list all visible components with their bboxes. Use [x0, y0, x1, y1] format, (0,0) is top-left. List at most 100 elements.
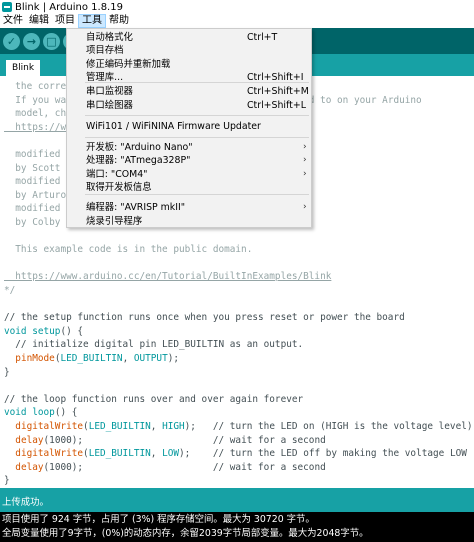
code-token: }: [4, 366, 10, 378]
code-line: // the loop function runs over and over …: [4, 393, 303, 406]
code-token: ); // turn the LED on (HIGH is the volta…: [184, 421, 473, 432]
code-token: the corre: [4, 81, 67, 92]
menu-item-shortcut: Ctrl+Shift+M: [247, 86, 309, 97]
menu-item-label: 开发板: "Arduino Nano": [86, 142, 193, 153]
tools-menu-item[interactable]: 取得开发板信息: [67, 181, 311, 194]
submenu-arrow-icon: ›: [303, 142, 307, 152]
verify-button[interactable]: ✓: [3, 32, 20, 50]
tools-menu-item[interactable]: WiFi101 / WiFiNINA Firmware Updater: [67, 120, 311, 133]
code-line: by Arturo: [4, 189, 66, 202]
menu-item-label: 自动格式化: [86, 32, 133, 43]
arduino-app-icon: [2, 2, 12, 12]
menu-item-label: 烧录引导程序: [86, 216, 143, 227]
code-token: by Scott: [4, 162, 67, 174]
code-line: by Colby: [4, 216, 66, 229]
code-token: void: [4, 325, 27, 337]
code-token: (1000); // wait for a second: [43, 434, 326, 446]
code-line: // initialize digital pin LED_BUILTIN as…: [4, 338, 303, 351]
tools-menu-item[interactable]: 烧录引导程序: [67, 215, 311, 228]
menu-item-label: 取得开发板信息: [86, 182, 152, 193]
code-token: pinMode: [15, 353, 55, 364]
code-line: delay(1000); // wait for a second: [4, 434, 326, 447]
upload-button[interactable]: →: [23, 32, 40, 50]
tools-menu-item[interactable]: 串口绘图器 Ctrl+Shift+L: [67, 99, 311, 112]
code-token: by Colby: [4, 217, 67, 228]
code-line: modified: [4, 175, 66, 188]
tools-menu-item[interactable]: 项目存档: [67, 44, 311, 57]
code-token: ,: [150, 448, 163, 460]
code-token: );: [167, 353, 180, 364]
menu-item-label: WiFi101 / WiFiNINA Firmware Updater: [86, 121, 261, 132]
code-line: This example code is in the public domai…: [4, 243, 252, 256]
tools-menu-item[interactable]: 编程器: "AVRISP mkII" ›: [67, 201, 311, 214]
submenu-arrow-icon: ›: [303, 169, 307, 179]
code-token: () {: [54, 407, 78, 419]
submenu-arrow-icon: ›: [303, 155, 307, 165]
tools-menu-item[interactable]: 端口: "COM4" ›: [67, 168, 311, 181]
code-token: ,: [150, 421, 163, 432]
menu-item-shortcut: Ctrl+Shift+L: [247, 100, 306, 111]
code-line: by Scott: [4, 162, 66, 175]
menu-bar: 文件 编辑 项目 工具 帮助: [0, 14, 474, 28]
console-line: 项目使用了 924 字节，占用了 (3%) 程序存储空间。最大为 30720 字…: [2, 514, 315, 525]
code-token: loop: [32, 407, 55, 419]
code-line: // the setup function runs once when you…: [4, 311, 405, 324]
tools-menu-item[interactable]: 修正编码并重新加载: [67, 58, 311, 71]
code-line: https://www.arduino.cc/en/Tutorial/Built…: [4, 270, 331, 283]
code-token: LED_BUILTIN: [88, 421, 151, 432]
menu-item-label: 处理器: "ATmega328P": [86, 155, 191, 166]
code-token: OUTPUT: [133, 353, 168, 364]
code-token: https://w: [4, 121, 67, 133]
code-token: LOW: [162, 448, 180, 460]
menu-edit[interactable]: 编辑: [26, 14, 52, 28]
menu-separator: [85, 115, 309, 116]
code-token: This example code is in the public domai…: [4, 244, 253, 256]
code-line: digitalWrite(LED_BUILTIN, HIGH); // turn…: [4, 420, 473, 433]
menu-item-label: 修正编码并重新加载: [86, 59, 171, 70]
code-line: }: [4, 366, 10, 379]
menu-item-label: 编程器: "AVRISP mkII": [86, 202, 186, 213]
code-token: setup: [32, 325, 61, 337]
menu-item-shortcut: Ctrl+T: [247, 32, 278, 43]
menu-help[interactable]: 帮助: [106, 14, 132, 28]
status-bar: 上传成功。: [0, 488, 474, 512]
code-token: void: [4, 407, 27, 419]
code-token: // the loop function runs over and over …: [4, 393, 304, 405]
window-title: Blink | Arduino 1.8.19: [15, 1, 123, 13]
code-line: modified: [4, 148, 66, 161]
code-token: // the setup function runs once when you…: [4, 312, 405, 324]
tools-menu-item[interactable]: 处理器: "ATmega328P" ›: [67, 154, 311, 167]
title-bar: Blink | Arduino 1.8.19: [0, 0, 474, 14]
tools-menu-item[interactable]: 串口监视器 Ctrl+Shift+M: [67, 85, 311, 98]
code-line: digitalWrite(LED_BUILTIN, LOW); // turn …: [4, 447, 467, 460]
code-line: void loop() {: [4, 406, 77, 419]
code-line: }: [4, 474, 10, 487]
code-token: (1000); // wait for a second: [43, 461, 326, 473]
tools-menu-dropdown: 自动格式化 Ctrl+T 项目存档 修正编码并重新加载 管理库... Ctrl+Shift…: [66, 28, 312, 228]
menu-separator: [85, 137, 309, 138]
submenu-arrow-icon: ›: [303, 202, 307, 212]
menu-file[interactable]: 文件: [0, 14, 26, 28]
menu-tools[interactable]: 工具: [78, 14, 106, 28]
tools-menu-item[interactable]: 自动格式化 Ctrl+T: [67, 31, 311, 44]
code-token: delay: [15, 461, 44, 473]
code-token: digitalWrite: [15, 448, 84, 460]
code-token: ); // turn the LED off by making the vol…: [179, 448, 467, 460]
code-token: LED_BUILTIN: [60, 353, 123, 364]
menu-sketch[interactable]: 项目: [52, 14, 78, 28]
code-line: delay(1000); // wait for a second: [4, 461, 326, 474]
new-button[interactable]: □: [43, 32, 60, 50]
code-token: If you wa: [4, 94, 67, 106]
code-token: digitalWrite: [15, 421, 84, 432]
tools-menu-item[interactable]: 开发板: "Arduino Nano" ›: [67, 141, 311, 154]
code-line: modified: [4, 202, 66, 215]
console-output: 项目使用了 924 字节，占用了 (3%) 程序存储空间。最大为 30720 字…: [0, 512, 474, 542]
menu-item-label: 项目存档: [86, 45, 124, 56]
code-token: ,: [122, 353, 134, 364]
tab-blink[interactable]: Blink: [6, 60, 40, 76]
menu-item-label: 串口监视器: [86, 86, 133, 97]
